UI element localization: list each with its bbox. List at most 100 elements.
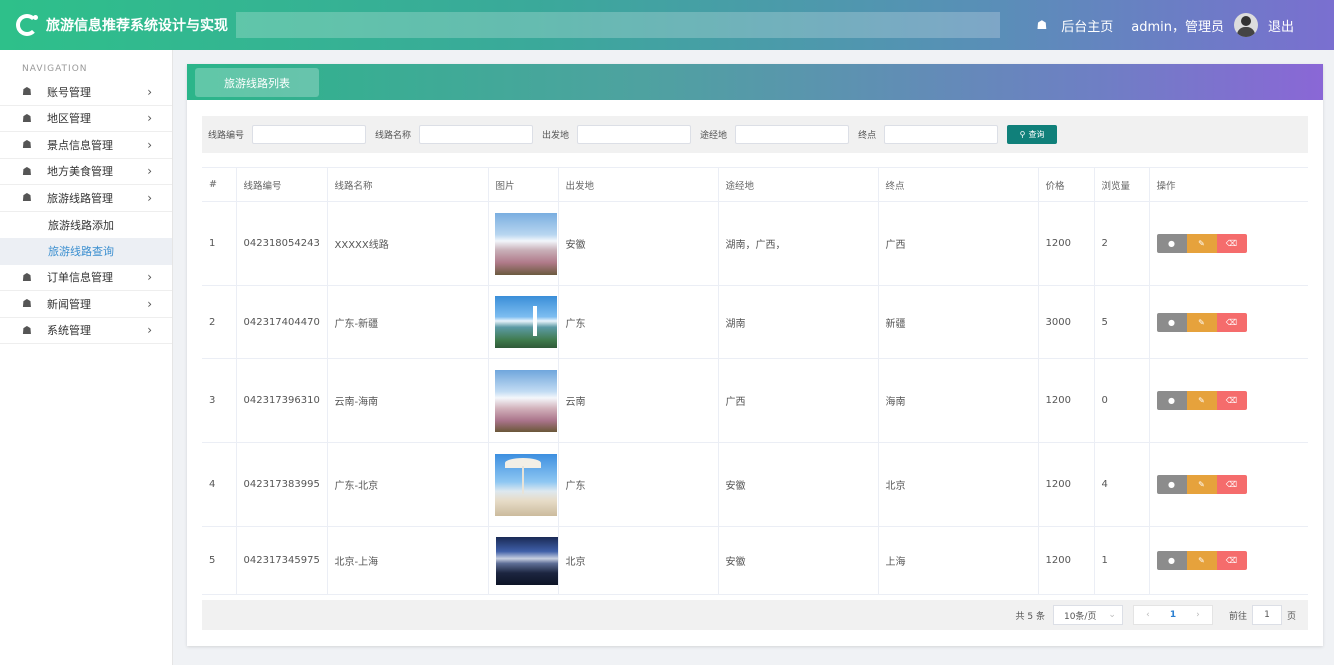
row-index: 4 (202, 442, 237, 527)
edit-button[interactable]: ✎ (1186, 391, 1217, 410)
row-views: 4 (1094, 442, 1150, 527)
user-label[interactable]: admin，管理员 (1131, 16, 1224, 35)
edit-button[interactable]: ✎ (1186, 234, 1217, 253)
route-image[interactable] (494, 212, 557, 275)
edit-icon: ✎ (1198, 239, 1205, 248)
row-views: 1 (1094, 526, 1150, 595)
row-index: 3 (202, 358, 237, 443)
page-size-select[interactable]: 10条/页 ⌄ (1052, 605, 1123, 625)
view-button[interactable]: ● (1156, 475, 1187, 494)
delete-button[interactable]: ⌫ (1216, 551, 1247, 570)
row-via: 安徽 (718, 442, 879, 527)
row-views: 5 (1094, 285, 1150, 359)
edit-button[interactable]: ✎ (1186, 475, 1217, 494)
home-link[interactable]: 后台主页 (1061, 16, 1113, 35)
page-size-value: 10条/页 (1063, 611, 1097, 622)
home-icon[interactable]: ☗ (1036, 18, 1047, 32)
route-image[interactable] (495, 536, 558, 585)
col-index: # (202, 167, 237, 202)
sidebar-item-label: 景点信息管理 (47, 138, 113, 152)
page-suffix: 页 (1286, 611, 1296, 622)
row-origin: 云南 (558, 358, 719, 443)
page-nav: ‹ 1 › (1132, 605, 1213, 625)
view-button[interactable]: ● (1156, 551, 1187, 570)
col-price: 价格 (1038, 167, 1095, 202)
view-button[interactable]: ● (1156, 391, 1187, 410)
route-image[interactable] (494, 369, 557, 432)
row-name: 云南-海南 (327, 358, 489, 443)
sidebar-item-news[interactable]: ☗ 新闻管理 › (0, 291, 172, 318)
col-dest: 终点 (878, 167, 1039, 202)
header-user-area: ☗ 后台主页 admin，管理员 退出 (1036, 0, 1294, 50)
delete-button[interactable]: ⌫ (1216, 312, 1247, 332)
delete-button[interactable]: ⌫ (1216, 391, 1247, 410)
sidebar-item-label: 新闻管理 (47, 297, 91, 311)
edit-button[interactable]: ✎ (1186, 312, 1217, 332)
avatar[interactable] (1233, 13, 1258, 37)
sidebar-item-label: 地方美食管理 (47, 165, 113, 179)
nav-heading: NAVIGATION (22, 64, 88, 74)
row-index: 1 (202, 201, 237, 286)
sidebar-item-region[interactable]: ☗ 地区管理 › (0, 106, 172, 132)
info-icon: ● (1168, 556, 1175, 565)
current-page[interactable]: 1 (1160, 610, 1186, 620)
sidebar-item-attractions[interactable]: ☗ 景点信息管理 › (0, 132, 172, 159)
row-image-cell (488, 526, 559, 595)
route-image[interactable] (494, 453, 557, 516)
view-button[interactable]: ● (1156, 312, 1187, 332)
tab-route-list[interactable]: 旅游线路列表 (195, 68, 319, 97)
header-band (236, 12, 1000, 38)
route-name-input[interactable] (419, 125, 534, 144)
prev-page-button[interactable]: ‹ (1136, 610, 1160, 620)
row-image-cell (488, 201, 559, 286)
via-label: 途经地 (700, 131, 728, 141)
logout-link[interactable]: 退出 (1268, 16, 1294, 35)
pagination: 共 5 条 10条/页 ⌄ ‹ 1 › 前往 1 页 (202, 600, 1308, 630)
row-via: 安徽 (718, 526, 879, 595)
view-button[interactable]: ● (1156, 234, 1187, 253)
table-header-row: # 线路编号 线路名称 图片 出发地 途经地 终点 价格 浏览量 操作 (202, 167, 1308, 202)
chevron-right-icon: › (147, 84, 152, 99)
goto-page-input[interactable]: 1 (1251, 605, 1282, 625)
next-page-button[interactable]: › (1186, 610, 1210, 620)
row-code: 042317345975 (236, 526, 328, 595)
row-index: 5 (202, 526, 237, 595)
dest-input[interactable] (884, 125, 999, 144)
sidebar-item-food[interactable]: ☗ 地方美食管理 › (0, 159, 172, 185)
sidebar-subitem-route-add[interactable]: 旅游线路添加 (0, 212, 172, 239)
sidebar-item-routes[interactable]: ☗ 旅游线路管理 › (0, 185, 172, 212)
sidebar-item-orders[interactable]: ☗ 订单信息管理 › (0, 265, 172, 291)
edit-button[interactable]: ✎ (1186, 551, 1217, 570)
sidebar-item-system[interactable]: ☗ 系统管理 › (0, 318, 172, 344)
trash-icon: ⌫ (1225, 556, 1238, 565)
row-price: 3000 (1038, 285, 1095, 359)
chevron-right-icon: › (147, 296, 152, 311)
sidebar-subitem-route-query[interactable]: 旅游线路查询 (0, 238, 172, 265)
origin-input[interactable] (577, 125, 692, 144)
route-no-input[interactable] (252, 125, 367, 144)
trash-icon: ⌫ (1225, 239, 1238, 248)
home-icon: ☗ (22, 191, 32, 205)
query-button[interactable]: ⚲ 查询 (1007, 125, 1058, 144)
dest-label: 终点 (858, 131, 877, 141)
row-code: 042317396310 (236, 358, 328, 443)
sidebar-item-label: 地区管理 (47, 112, 91, 126)
row-via: 广西 (718, 358, 879, 443)
info-icon: ● (1168, 396, 1175, 405)
home-icon: ☗ (22, 164, 32, 178)
col-views: 浏览量 (1094, 167, 1150, 202)
route-image[interactable] (494, 296, 557, 348)
table-row: 4 042317383995 广东-北京 广东 安徽 北京 1200 4 ● ✎… (202, 442, 1308, 527)
home-icon: ☗ (22, 138, 32, 152)
chevron-down-icon: › (147, 190, 152, 205)
delete-button[interactable]: ⌫ (1216, 475, 1247, 494)
sidebar: NAVIGATION ☗ 账号管理 › ☗ 地区管理 › ☗ 景点信息管理 › … (0, 50, 173, 665)
sidebar-item-label: 系统管理 (47, 324, 91, 338)
via-input[interactable] (735, 125, 850, 144)
row-index: 2 (202, 285, 237, 359)
table-row: 1 042318054243 XXXXX线路 安徽 湖南，广西， 广西 1200… (202, 201, 1308, 286)
delete-button[interactable]: ⌫ (1216, 234, 1247, 253)
sidebar-item-account[interactable]: ☗ 账号管理 › (0, 79, 172, 106)
row-dest: 广西 (878, 201, 1039, 286)
row-price: 1200 (1038, 201, 1095, 286)
